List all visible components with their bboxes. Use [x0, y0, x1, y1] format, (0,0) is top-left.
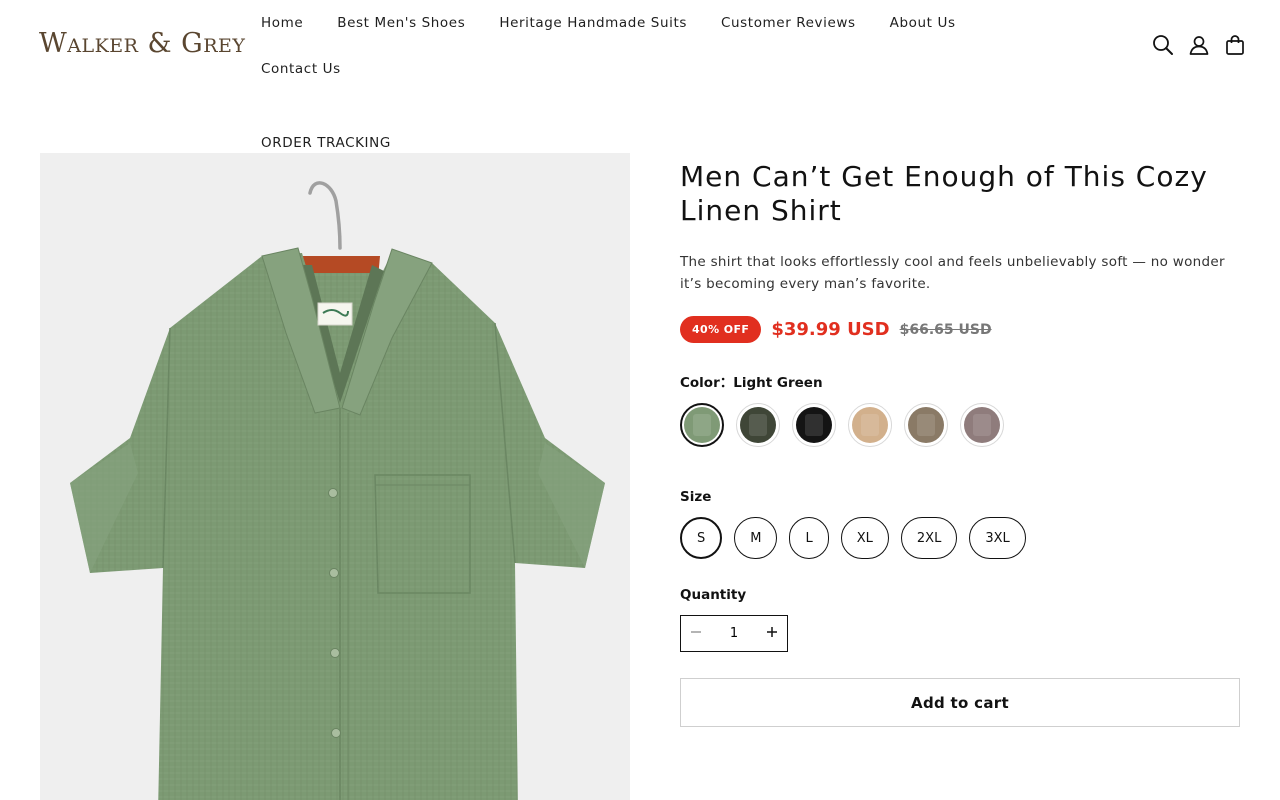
quantity-stepper	[680, 615, 788, 652]
compare-price: $66.65 USD	[899, 321, 992, 338]
nav-contact-us[interactable]: Contact Us	[261, 60, 341, 78]
swatch-black[interactable]	[792, 403, 836, 447]
color-label: Color：Light Green	[680, 371, 1240, 391]
swatch-mauve[interactable]	[960, 403, 1004, 447]
color-label-text: Color	[680, 375, 720, 391]
nav-home[interactable]: Home	[261, 14, 303, 32]
swatch-brown[interactable]	[904, 403, 948, 447]
minus-icon	[691, 630, 701, 633]
size-options: S M L XL 2XL 3XL	[680, 517, 1240, 559]
size-option-3xl[interactable]: 3XL	[969, 517, 1026, 559]
size-option-l[interactable]: L	[789, 517, 829, 559]
swatch-light-green-dot	[684, 407, 720, 443]
plus-icon	[767, 626, 777, 637]
swatch-dark-green[interactable]	[736, 403, 780, 447]
color-swatches	[680, 403, 1240, 447]
main-nav: Home Best Men's Shoes Heritage Handmade …	[261, 14, 1051, 152]
swatch-tan[interactable]	[848, 403, 892, 447]
increase-quantity-button[interactable]	[757, 616, 787, 651]
sale-price: $39.99 USD	[771, 319, 890, 340]
size-option-s[interactable]: S	[680, 517, 723, 559]
cart-icon[interactable]	[1224, 34, 1246, 56]
nav-order-tracking[interactable]: ORDER TRACKING	[261, 134, 391, 152]
nav-customer-reviews[interactable]: Customer Reviews	[721, 14, 856, 32]
brand-logo[interactable]: Walker & Grey	[39, 28, 245, 59]
product-description: The shirt that looks effortlessly cool a…	[680, 254, 1225, 292]
swatch-dark-green-dot	[740, 407, 776, 443]
sale-badge: 40% OFF	[680, 316, 762, 343]
nav-about-us[interactable]: About Us	[890, 14, 956, 32]
search-icon[interactable]	[1152, 34, 1174, 56]
product-image[interactable]	[40, 153, 630, 800]
swatch-tan-dot	[852, 407, 888, 443]
quantity-input[interactable]	[714, 626, 754, 641]
header-icons	[1152, 34, 1246, 56]
linen-shirt-illustration	[70, 181, 605, 800]
product-info: Men Can’t Get Enough of This Cozy Linen …	[680, 160, 1240, 727]
size-option-m[interactable]: M	[734, 517, 778, 559]
size-option-xl[interactable]: XL	[840, 517, 889, 559]
nav-heritage-handmade-suits[interactable]: Heritage Handmade Suits	[499, 14, 687, 32]
color-separator: ：	[719, 375, 734, 391]
add-to-cart-button[interactable]: Add to cart	[680, 678, 1240, 727]
size-option-2xl[interactable]: 2XL	[900, 517, 958, 559]
selected-color: Light Green	[733, 375, 823, 391]
swatch-black-dot	[796, 407, 832, 443]
account-icon[interactable]	[1188, 34, 1210, 56]
price-row: 40% OFF $39.99 USD $66.65 USD	[680, 316, 1240, 343]
swatch-light-green[interactable]	[680, 403, 724, 447]
size-label: Size	[680, 489, 712, 505]
quantity-label: Quantity	[680, 587, 747, 603]
swatch-brown-dot	[908, 407, 944, 443]
product-title: Men Can’t Get Enough of This Cozy Linen …	[680, 160, 1208, 227]
swatch-mauve-dot	[964, 407, 1000, 443]
nav-best-mens-shoes[interactable]: Best Men's Shoes	[337, 14, 465, 32]
decrease-quantity-button[interactable]	[681, 616, 711, 651]
